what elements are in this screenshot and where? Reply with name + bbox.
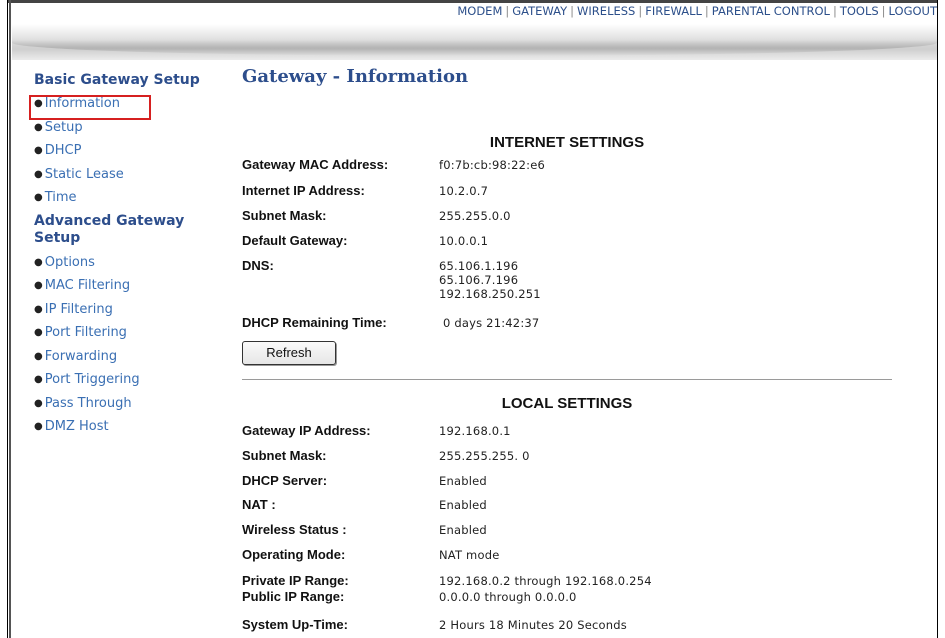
- field-label: DHCP Remaining Time:: [242, 315, 387, 330]
- section-divider: [242, 379, 892, 380]
- field-label: Wireless Status :: [242, 522, 347, 537]
- window-right-border: [937, 0, 945, 638]
- window-top-border: [0, 0, 945, 3]
- sidebar-heading-advanced-line1: Advanced Gateway: [34, 212, 185, 229]
- nav-parental-control[interactable]: PARENTAL CONTROL: [712, 4, 830, 18]
- sidebar-item-static-lease[interactable]: ● Static Lease: [34, 163, 214, 187]
- top-navigation: MODEM | GATEWAY | WIRELESS | FIREWALL | PARENTAL…: [12, 4, 937, 24]
- sidebar-item-label: DMZ Host: [44, 419, 109, 434]
- internet-settings-title: INTERNET SETTINGS: [489, 134, 645, 151]
- field-value: 10.0.0.1: [439, 234, 489, 248]
- bullet-icon: ●: [34, 168, 43, 180]
- sidebar-item-dmz-host[interactable]: ● DMZ Host: [34, 415, 214, 439]
- bullet-icon: ●: [34, 350, 43, 362]
- bullet-icon: ●: [34, 256, 43, 268]
- field-value: 192.168.0.2 through 192.168.0.254: [439, 574, 652, 588]
- sidebar-item-forwarding[interactable]: ● Forwarding: [34, 345, 214, 369]
- sidebar-item-ip-filtering[interactable]: ● IP Filtering: [34, 298, 214, 322]
- nav-separator: |: [638, 4, 643, 18]
- sidebar: Basic Gateway Setup ● Information ● Setup …: [34, 72, 214, 439]
- local-settings-title: LOCAL SETTINGS: [501, 395, 633, 412]
- sidebar-item-options[interactable]: ● Options: [34, 251, 214, 275]
- field-value: 0 days 21:42:37: [443, 316, 540, 330]
- field-label: Public IP Range:: [242, 589, 345, 604]
- field-label: DHCP Server:: [242, 473, 328, 488]
- window-left-inner-border: [9, 0, 11, 638]
- bullet-icon: ●: [34, 327, 43, 338]
- nav-modem[interactable]: MODEM: [457, 4, 502, 18]
- nav-separator: |: [505, 4, 510, 18]
- sidebar-heading-advanced-line2: Setup: [34, 229, 81, 246]
- dns-value-1: 65.106.1.196: [439, 259, 519, 273]
- field-value: Enabled: [439, 474, 487, 488]
- sidebar-item-port-triggering[interactable]: ● Port Triggering: [34, 368, 214, 392]
- field-label: Default Gateway:: [242, 233, 348, 248]
- nav-firewall[interactable]: FIREWALL: [645, 4, 702, 18]
- sidebar-item-label: Pass Through: [44, 395, 132, 411]
- bullet-icon: ●: [34, 121, 43, 133]
- field-value: 255.255.0.0: [439, 209, 511, 223]
- dns-value-2: 65.106.7.196: [439, 273, 519, 287]
- bullet-icon: ●: [34, 145, 43, 156]
- sidebar-item-pass-through[interactable]: ● Pass Through: [34, 392, 214, 416]
- nav-separator: |: [704, 4, 709, 18]
- dns-value-3: 192.168.250.251: [439, 287, 541, 301]
- bullet-icon: ●: [34, 374, 43, 385]
- field-value: f0:7b:cb:98:22:e6: [439, 158, 546, 172]
- field-label: Subnet Mask:: [242, 448, 327, 463]
- sidebar-item-label: Port Triggering: [44, 372, 140, 387]
- sidebar-item-label: DHCP: [44, 143, 82, 158]
- field-label: Subnet Mask:: [242, 208, 327, 223]
- field-value: 10.2.0.7: [439, 184, 489, 198]
- selection-highlight-box: [29, 95, 151, 120]
- field-label: NAT :: [242, 497, 276, 512]
- sidebar-item-label: Setup: [44, 119, 83, 135]
- field-value: 192.168.0.1: [439, 424, 511, 438]
- sidebar-item-label: IP Filtering: [44, 301, 113, 317]
- window-left-border: [0, 0, 8, 638]
- field-value: Enabled: [439, 498, 487, 512]
- sidebar-item-label: Options: [44, 254, 95, 270]
- sidebar-item-time[interactable]: ● Time: [34, 186, 214, 210]
- field-label: Gateway MAC Address:: [242, 157, 389, 172]
- bullet-icon: ●: [34, 303, 43, 315]
- bullet-icon: ●: [34, 397, 43, 409]
- sidebar-heading-basic: Basic Gateway Setup: [34, 72, 200, 88]
- sidebar-item-dhcp[interactable]: ● DHCP: [34, 139, 214, 163]
- refresh-button[interactable]: Refresh: [242, 341, 336, 365]
- field-value: Enabled: [439, 523, 487, 537]
- field-value: NAT mode: [439, 548, 500, 562]
- bullet-icon: ●: [34, 421, 43, 432]
- field-value: 0.0.0.0 through 0.0.0.0: [439, 590, 577, 604]
- nav-logout[interactable]: LOGOUT: [889, 4, 937, 18]
- field-label: Internet IP Address:: [242, 183, 365, 198]
- field-label: Private IP Range:: [242, 573, 349, 588]
- sidebar-item-label: Time: [44, 190, 77, 205]
- nav-gateway[interactable]: GATEWAY: [512, 4, 567, 18]
- field-label: System Up-Time:: [242, 617, 348, 632]
- field-value: 255.255.255. 0: [439, 449, 530, 463]
- page-title: Gateway - Information: [242, 66, 469, 87]
- sidebar-item-label: MAC Filtering: [44, 278, 131, 293]
- field-label: DNS:: [242, 258, 274, 273]
- sidebar-item-port-filtering[interactable]: ● Port Filtering: [34, 321, 214, 345]
- sidebar-item-label: Port Filtering: [44, 325, 127, 340]
- nav-separator: |: [881, 4, 886, 18]
- nav-wireless[interactable]: WIRELESS: [577, 4, 635, 18]
- sidebar-item-mac-filtering[interactable]: ● MAC Filtering: [34, 274, 214, 298]
- sidebar-item-label: Static Lease: [44, 166, 124, 182]
- field-value: 2 Hours 18 Minutes 20 Seconds: [439, 618, 627, 632]
- sidebar-item-label: Forwarding: [44, 348, 118, 364]
- nav-tools[interactable]: TOOLS: [840, 4, 879, 18]
- bullet-icon: ●: [34, 280, 43, 291]
- nav-separator: |: [570, 4, 575, 18]
- sidebar-heading-advanced: Advanced Gateway Setup: [34, 213, 214, 247]
- field-label: Gateway IP Address:: [242, 423, 371, 438]
- field-label: Operating Mode:: [242, 547, 346, 562]
- bullet-icon: ●: [34, 192, 43, 203]
- nav-separator: |: [832, 4, 837, 18]
